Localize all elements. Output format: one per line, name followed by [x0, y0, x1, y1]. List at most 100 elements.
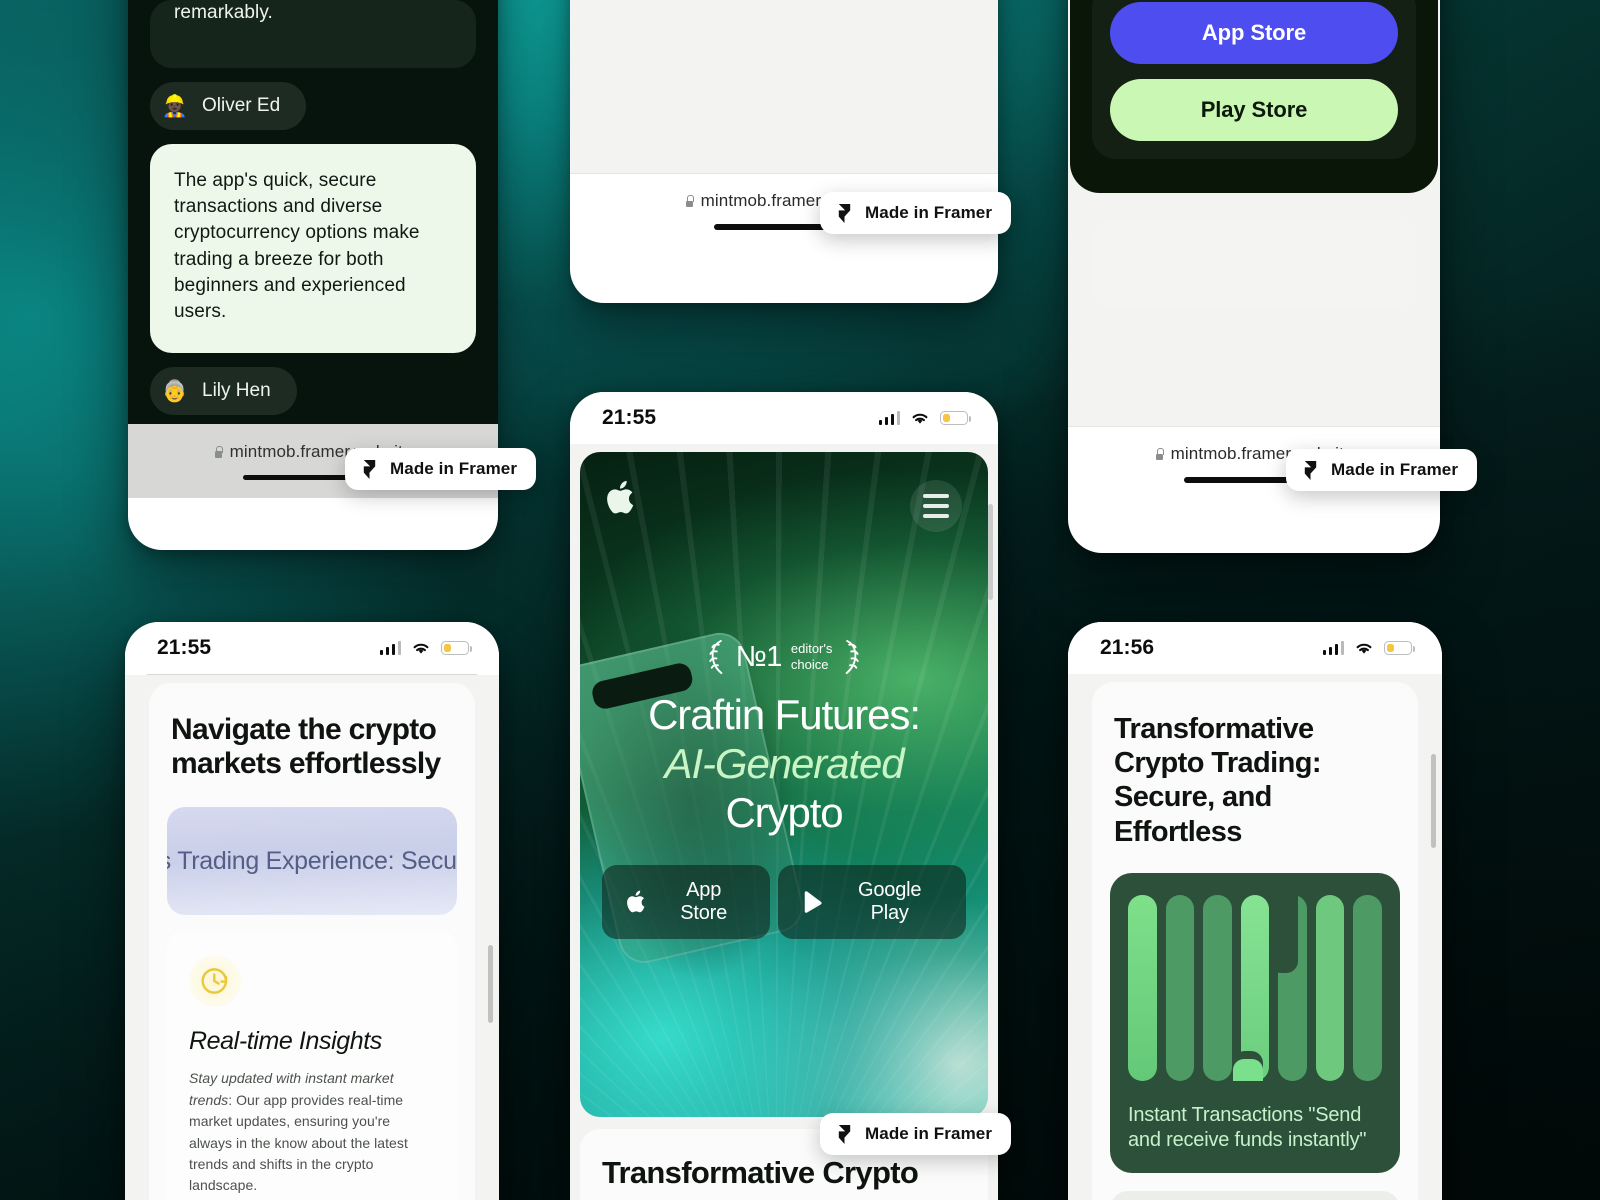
store-button-row: App Store Google Play	[602, 865, 966, 940]
google-play-button[interactable]: Google Play	[778, 865, 966, 940]
next-section-title: Transformative Crypto	[602, 1155, 919, 1190]
transform-card: Transformative Crypto Trading: Secure, a…	[1092, 682, 1418, 1200]
avatar: 👷🏿	[161, 94, 189, 118]
button-label: Google Play	[858, 879, 922, 925]
status-bar: 21:55	[570, 392, 998, 444]
features-card: Navigate the crypto markets effortlessly…	[149, 683, 475, 1200]
phone-mockup-features: 21:55 Navigate the crypto markets effort…	[125, 622, 499, 1200]
wifi-icon	[1356, 643, 1372, 654]
hero-screen: №1 editor's choice Craftin Futures: AI-G…	[570, 444, 998, 1200]
marquee-text: ess Trading Experience: Secure,	[167, 846, 457, 875]
bar	[1203, 894, 1232, 1081]
bar	[1128, 894, 1157, 1081]
scrollbar-thumb[interactable]	[988, 504, 993, 600]
cellular-signal-icon	[1322, 641, 1344, 655]
chat-bubble-top: remarkably.	[150, 0, 476, 68]
made-in-framer-badge[interactable]: Made in Framer	[820, 192, 1012, 234]
app-store-button[interactable]: App Store	[602, 865, 771, 940]
bar	[1315, 894, 1345, 1081]
laurel-right-icon	[845, 639, 860, 675]
chat-author-oliver: 👷🏿 Oliver Ed	[150, 82, 307, 130]
wifi-icon	[413, 643, 429, 654]
bar-highlight	[1233, 1058, 1263, 1081]
lock-icon	[685, 195, 694, 208]
phone-mockup-pricing: Free lifetime updates 24/7 support Trust…	[570, 0, 998, 303]
bar	[1353, 894, 1383, 1081]
clock-history-icon	[189, 955, 241, 1008]
framer-logo-icon	[363, 459, 376, 479]
made-in-framer-badge[interactable]: Made in Framer	[1286, 449, 1478, 491]
chat-author-lily: 👵 Lily Hen	[150, 367, 297, 416]
hero-headline: Craftin Futures: AI-Generated Crypto	[602, 690, 966, 837]
status-icons	[1322, 640, 1416, 656]
battery-icon	[441, 641, 473, 655]
author-name: Lily Hen	[202, 380, 271, 402]
instant-transactions-chart: Instant Transactions "Send and receive f…	[1110, 872, 1400, 1174]
hero-content: №1 editor's choice Craftin Futures: AI-G…	[580, 638, 988, 940]
status-time: 21:56	[1100, 636, 1155, 659]
award-text: editor's choice	[790, 641, 833, 672]
stocks-dark-panel: Welcome to Stocks One secure account for…	[1070, 0, 1438, 194]
google-play-icon	[805, 891, 822, 914]
badge-label: Made in Framer	[1331, 460, 1459, 479]
next-feature-card	[1110, 1191, 1400, 1200]
phone-mockup-transform: 21:56 Transformative Crypto Trading: Sec…	[1068, 622, 1442, 1200]
scrollbar-thumb[interactable]	[488, 945, 493, 1023]
scrollbar-thumb[interactable]	[1431, 754, 1436, 848]
battery-icon	[1384, 641, 1416, 655]
chat-screen: remarkably. 👷🏿 Oliver Ed The app's quick…	[128, 0, 498, 424]
features-screen: Navigate the crypto markets effortlessly…	[125, 675, 499, 1200]
lock-icon	[1155, 448, 1164, 461]
marquee-banner: ess Trading Experience: Secure,	[167, 807, 457, 916]
author-name: Oliver Ed	[202, 95, 281, 116]
framer-logo-icon	[838, 203, 851, 223]
headline-line-3: Crypto	[725, 789, 843, 837]
laurel-left-icon	[708, 639, 723, 675]
status-bar: 21:55	[125, 622, 499, 674]
framer-logo-icon	[838, 1124, 851, 1144]
made-in-framer-badge[interactable]: Made in Framer	[345, 448, 537, 490]
headline-line-1: Craftin Futures:	[648, 691, 921, 738]
framer-logo-icon	[1304, 460, 1317, 480]
feature-heading: Real-time Insights	[189, 1027, 382, 1056]
status-time: 21:55	[157, 636, 212, 659]
transform-screen: Transformative Crypto Trading: Secure, a…	[1068, 674, 1442, 1200]
avatar: 👵	[161, 379, 189, 403]
menu-button[interactable]	[910, 480, 962, 532]
cellular-signal-icon	[878, 411, 900, 425]
apple-icon[interactable]	[606, 480, 638, 516]
editors-choice-badge: №1 editor's choice	[602, 638, 966, 676]
features-title: Navigate the crypto markets effortlessly	[171, 713, 441, 781]
cellular-signal-icon	[379, 641, 401, 655]
wifi-icon	[912, 413, 928, 424]
battery-icon	[940, 411, 972, 425]
app-store-button[interactable]: App Store	[1110, 2, 1398, 65]
status-time: 21:55	[602, 406, 657, 429]
headline-line-2: AI-Generated	[664, 740, 905, 788]
apple-icon	[627, 890, 645, 913]
status-bar: 21:56	[1068, 622, 1442, 674]
bar-mask-top	[1268, 894, 1299, 973]
chat-bubble-light: The app's quick, secure transactions and…	[150, 144, 476, 354]
lock-icon	[214, 445, 223, 458]
stocks-cta-group: App Store Play Store	[1092, 0, 1416, 160]
button-label: App Store	[680, 879, 728, 925]
bar-chart	[1128, 894, 1383, 1081]
stocks-next-section	[1092, 219, 1416, 310]
feature-body: Stay updated with instant market trends:…	[189, 1068, 435, 1196]
feature-card-realtime: Real-time Insights Stay updated with ins…	[167, 931, 457, 1200]
chart-caption: Instant Transactions "Send and receive f…	[1128, 1103, 1367, 1152]
play-store-button[interactable]: Play Store	[1110, 79, 1398, 142]
badge-label: Made in Framer	[865, 1124, 993, 1143]
made-in-framer-badge[interactable]: Made in Framer	[820, 1113, 1012, 1155]
award-rank: №1	[735, 640, 783, 673]
phone-mockup-hero: 21:55 №1 editor's choice Craftin Futures…	[570, 392, 998, 1200]
bar	[1165, 894, 1195, 1081]
badge-label: Made in Framer	[865, 203, 993, 222]
hero-navbar	[580, 452, 988, 560]
stocks-screen: Welcome to Stocks One secure account for…	[1068, 0, 1440, 426]
status-icons	[878, 410, 972, 426]
pricing-screen: Free lifetime updates 24/7 support Trust…	[570, 0, 998, 173]
hero-banner: №1 editor's choice Craftin Futures: AI-G…	[580, 452, 988, 1117]
transform-title: Transformative Crypto Trading: Secure, a…	[1114, 713, 1321, 848]
